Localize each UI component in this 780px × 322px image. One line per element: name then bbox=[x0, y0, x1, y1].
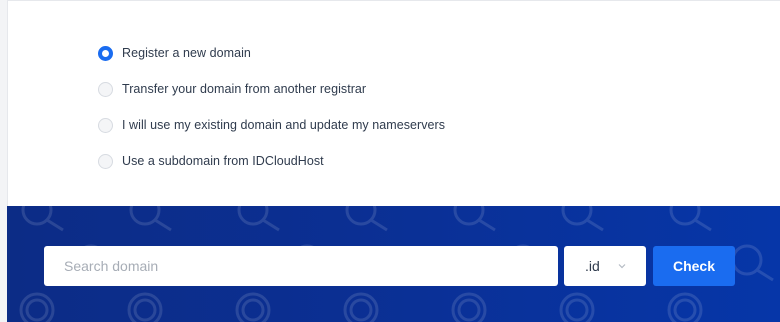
search-domain-input[interactable] bbox=[44, 246, 558, 286]
option-transfer-domain[interactable]: Transfer your domain from another regist… bbox=[98, 77, 445, 101]
tld-select[interactable]: .id bbox=[564, 246, 646, 286]
chevron-down-icon bbox=[618, 264, 626, 269]
option-subdomain[interactable]: Use a subdomain from IDCloudHost bbox=[98, 149, 445, 173]
option-label: Transfer your domain from another regist… bbox=[122, 82, 367, 96]
radio-transfer-domain[interactable] bbox=[98, 81, 113, 97]
option-label: Register a new domain bbox=[122, 46, 251, 60]
radio-existing-domain[interactable] bbox=[98, 117, 113, 133]
tld-selected-value: .id bbox=[585, 258, 600, 274]
option-label: Use a subdomain from IDCloudHost bbox=[122, 154, 324, 168]
option-register-new-domain[interactable]: Register a new domain bbox=[98, 41, 445, 65]
option-existing-domain[interactable]: I will use my existing domain and update… bbox=[98, 113, 445, 137]
radio-register-new-domain[interactable] bbox=[98, 45, 113, 61]
domain-options-card: Register a new domain Transfer your doma… bbox=[7, 0, 780, 206]
domain-search-band: .id Check bbox=[7, 206, 780, 322]
domain-option-list: Register a new domain Transfer your doma… bbox=[98, 41, 445, 185]
radio-subdomain[interactable] bbox=[98, 153, 113, 169]
option-label: I will use my existing domain and update… bbox=[122, 118, 446, 132]
check-button[interactable]: Check bbox=[653, 246, 735, 286]
